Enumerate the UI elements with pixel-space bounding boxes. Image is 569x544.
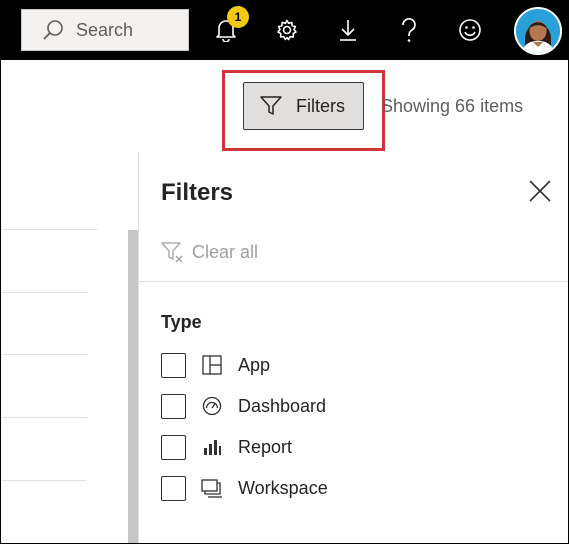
download-icon — [340, 20, 356, 41]
type-heading: Type — [161, 312, 202, 332]
download-button[interactable] — [331, 13, 365, 47]
list-divider — [0, 354, 87, 355]
filter-icon — [260, 96, 282, 115]
avatar[interactable] — [514, 7, 562, 55]
filter-option-workspace[interactable]: Workspace — [161, 475, 328, 501]
top-bar: Search 1 — [0, 0, 569, 60]
scrollbar[interactable] — [128, 230, 138, 544]
app-checkbox[interactable] — [161, 352, 186, 378]
report-icon — [201, 436, 223, 458]
filters-pane: Filters Clear all Type App Dashboard Rep… — [138, 152, 569, 544]
list-divider — [0, 292, 87, 293]
pane-divider — [139, 281, 569, 282]
pane-title: Filters — [161, 179, 234, 206]
report-checkbox[interactable] — [161, 434, 186, 460]
list-divider — [0, 417, 87, 418]
list-divider — [0, 229, 97, 230]
help-icon — [402, 17, 416, 42]
dashboard-icon — [201, 395, 223, 417]
notifications-button[interactable]: 1 — [209, 6, 249, 47]
workspace-icon — [201, 477, 223, 499]
settings-button[interactable] — [270, 13, 304, 47]
search-placeholder: Search — [76, 19, 134, 40]
filters-button[interactable]: Filters — [243, 82, 364, 130]
filter-option-dashboard[interactable]: Dashboard — [161, 393, 326, 419]
dashboard-checkbox[interactable] — [161, 393, 186, 419]
search-icon — [43, 20, 63, 40]
report-label: Report — [238, 436, 293, 457]
dashboard-label: Dashboard — [238, 395, 327, 416]
list-divider — [0, 480, 87, 481]
help-button[interactable] — [392, 13, 426, 47]
filters-button-label: Filters — [296, 95, 345, 116]
close-button[interactable] — [523, 174, 557, 208]
gear-icon — [277, 19, 297, 41]
workspace-label: Workspace — [238, 477, 328, 498]
notification-badge: 1 — [227, 6, 249, 28]
smiley-icon — [459, 19, 481, 41]
clear-all-label: Clear all — [192, 241, 259, 262]
filter-option-report[interactable]: Report — [161, 434, 292, 460]
app-icon — [201, 354, 223, 376]
close-icon — [529, 180, 551, 202]
filter-option-app[interactable]: App — [161, 352, 270, 378]
search-box[interactable]: Search — [21, 9, 189, 51]
feedback-button[interactable] — [453, 13, 487, 47]
workspace-checkbox[interactable] — [161, 475, 186, 501]
clear-all-button[interactable]: Clear all — [161, 241, 258, 263]
app-label: App — [238, 354, 271, 375]
clear-filter-icon — [161, 242, 183, 263]
item-count: Showing 66 items — [381, 96, 524, 116]
user-avatar-icon — [516, 9, 560, 53]
